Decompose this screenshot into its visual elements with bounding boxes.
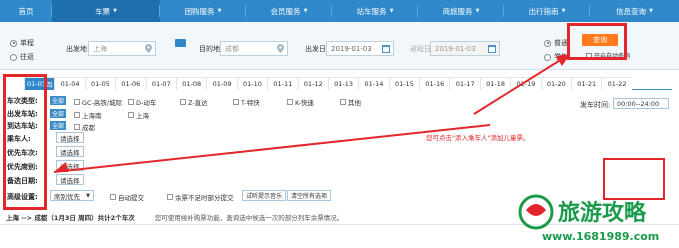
chevron-down-icon: ▼ [303, 8, 308, 14]
return-date-label: 返程日 [410, 45, 431, 53]
watermark-text: 旅游攻略 [558, 200, 647, 226]
nav-item-member[interactable]: 会员服务 ▼ [246, 0, 332, 22]
date-tab[interactable]: 01-07 [145, 77, 176, 90]
date-tab[interactable]: 01-13 [327, 77, 359, 90]
depart-date-label: 出发日 [305, 45, 326, 53]
radio-normal[interactable]: 普通 [544, 38, 568, 48]
swap-icon[interactable] [175, 39, 186, 47]
nav-label: 车票 [95, 6, 111, 16]
chevron-down-icon: ▼ [649, 8, 653, 14]
clear-all-button[interactable]: 清空所有选项 [287, 190, 332, 201]
checkbox-box [110, 194, 116, 200]
location-pin-icon [277, 44, 284, 53]
radio-label: 单程 [20, 39, 34, 47]
to-label: 目的地 [199, 45, 220, 53]
route-summary: 上海 --> 成都（1月3日 周四）共计2个车次 [6, 214, 135, 222]
radio-dot [544, 39, 551, 47]
notice-text: 您可使用候补购票功能，查询选中候选一次的部分列车余票情况。 [154, 214, 344, 222]
date-tab[interactable]: 01-16 [419, 77, 450, 90]
date-tab[interactable]: 01-15 [388, 77, 420, 90]
date-tab[interactable]: 01-05 [84, 77, 116, 90]
date-tab[interactable]: 01-04 [54, 77, 85, 90]
from-input[interactable]: 上海 [88, 41, 156, 56]
from-station-option[interactable]: 上海南 [74, 110, 102, 120]
checkbox-box [340, 99, 346, 105]
train-type-t[interactable]: T-特快 [233, 97, 260, 107]
chevron-down-icon: ▼ [389, 8, 394, 14]
date-tab[interactable]: 01-09 [206, 77, 237, 90]
train-type-all[interactable]: 全部 [50, 96, 67, 105]
main-nav: 首页 车票 ▼ 团购服务 ▼ 会员服务 ▼ 站车服务 ▼ 商旅服务 ▼ 出行指南 ▼ 信息查… [0, 0, 679, 22]
chevron-down-icon: ▼ [475, 8, 480, 14]
checkbox-box [167, 194, 173, 200]
train-type-z[interactable]: Z-直达 [180, 97, 208, 107]
nav-item-home[interactable]: 首页 [0, 0, 52, 22]
nav-label: 会员服务 [270, 6, 301, 16]
date-tab[interactable]: 01-14 [358, 77, 389, 90]
from-label: 出发地 [66, 45, 87, 53]
date-tab[interactable]: 01-08 [175, 77, 207, 90]
radio-label: 普通 [554, 39, 568, 47]
watermark-url: www.1681989.com [542, 230, 659, 243]
radio-dot [10, 39, 17, 47]
nav-item-info[interactable]: 信息查询 ▼ [590, 0, 679, 22]
checkbox-box [74, 99, 80, 105]
arrow-annotation-icon [473, 53, 571, 115]
nav-label: 首页 [18, 6, 34, 16]
radio-dot [10, 53, 17, 61]
to-input[interactable]: 成都 [220, 41, 288, 56]
chevron-down-icon: ▼ [217, 8, 222, 14]
from-value: 上海 [93, 44, 107, 53]
chevron-down-icon: ▼ [113, 8, 117, 14]
to-value: 成都 [225, 44, 239, 53]
nav-label: 出行指南 [528, 6, 559, 16]
date-tab[interactable]: 01-12 [297, 77, 328, 90]
nav-label: 站车服务 [356, 6, 387, 16]
checkbox-box [128, 112, 134, 118]
nav-label: 团购服务 [184, 6, 215, 16]
auto-submit-checkbox[interactable]: 自动提交 [110, 192, 144, 202]
radio-round[interactable]: 往返 [10, 52, 34, 62]
depart-date-input[interactable]: 2019-01-03 [326, 41, 394, 56]
travel-watermark-logo: 旅游攻略 www.1681989.com [518, 194, 659, 243]
nav-label: 信息查询 [616, 6, 647, 16]
advanced-select[interactable]: 席别优先 ▼ [50, 190, 94, 201]
chevron-down-icon: ▼ [561, 8, 566, 14]
checkbox-box [180, 99, 186, 105]
date-tab[interactable]: 01-10 [236, 77, 268, 90]
train-type-d[interactable]: D-动车 [128, 97, 156, 107]
date-tab[interactable]: 01-11 [267, 77, 298, 90]
nav-item-station[interactable]: 站车服务 ▼ [332, 0, 418, 22]
calendar-icon [382, 45, 390, 53]
nav-label: 商旅服务 [442, 6, 473, 16]
train-type-gc[interactable]: GC-高铁/城际 [74, 97, 122, 107]
partial-submit-checkbox[interactable]: 余票不足时部分提交 [167, 192, 234, 202]
preview-sound-button[interactable]: 试听提示音乐 [242, 190, 287, 201]
from-station-option[interactable]: 上海 [128, 110, 149, 120]
arrow-annotation-icon [53, 124, 491, 173]
radio-label: 往返 [20, 53, 34, 61]
depart-date-value: 2019-01-03 [331, 44, 372, 53]
nav-item-tickets[interactable]: 车票 ▼ [52, 0, 160, 22]
depart-time-select[interactable]: 00:00--24:00 [613, 98, 669, 109]
radio-oneway[interactable]: 单程 [10, 38, 34, 48]
train-ticket-query-page: 首页 车票 ▼ 团购服务 ▼ 会员服务 ▼ 站车服务 ▼ 商旅服务 ▼ 出行指南 ▼ 信息查… [0, 0, 679, 248]
nav-item-business[interactable]: 商旅服务 ▼ [418, 0, 504, 22]
checkbox-box [128, 99, 134, 105]
depart-time-value: 00:00--24:00 [617, 99, 660, 108]
chevron-down-icon: ▼ [86, 192, 90, 199]
from-station-all[interactable]: 全部 [50, 109, 67, 118]
location-pin-icon [145, 44, 152, 53]
nav-item-guide[interactable]: 出行指南 ▼ [504, 0, 590, 22]
depart-time-label: 发车时间: [580, 101, 611, 109]
date-tab[interactable]: 01-06 [115, 77, 146, 90]
checkbox-box [74, 112, 80, 118]
nav-item-group[interactable]: 团购服务 ▼ [160, 0, 246, 22]
checkbox-box [233, 99, 239, 105]
train-type-other[interactable]: 其他 [340, 97, 361, 107]
date-tab[interactable]: 01-22 [601, 77, 632, 90]
checkbox-box [287, 99, 293, 105]
train-type-k[interactable]: K-快速 [287, 97, 314, 107]
